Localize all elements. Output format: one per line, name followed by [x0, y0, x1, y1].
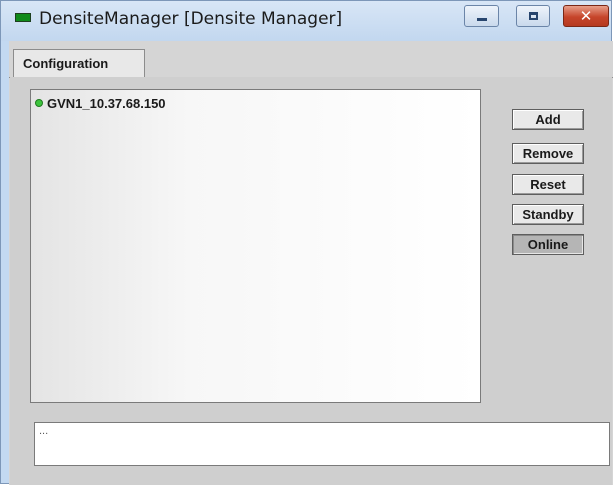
minimize-button[interactable]	[464, 5, 499, 27]
maximize-icon	[528, 12, 538, 20]
add-button[interactable]: Add	[512, 109, 584, 130]
online-button[interactable]: Online	[512, 234, 584, 255]
remove-button[interactable]: Remove	[512, 143, 584, 164]
app-window: DensiteManager [Densite Manager] ✕ Confi…	[0, 0, 613, 485]
message-box[interactable]: ...	[34, 422, 610, 466]
close-icon: ✕	[579, 6, 593, 25]
app-status-icon	[15, 13, 31, 22]
online-status-icon	[35, 99, 43, 107]
tab-configuration[interactable]: Configuration	[13, 49, 145, 77]
device-list[interactable]: GVN1_10.37.68.150	[30, 89, 481, 403]
window-title: DensiteManager [Densite Manager]	[39, 9, 343, 29]
device-name: GVN1_10.37.68.150	[47, 95, 166, 111]
list-item[interactable]: GVN1_10.37.68.150	[35, 95, 166, 111]
close-button[interactable]: ✕	[563, 5, 609, 27]
reset-button[interactable]: Reset	[512, 174, 584, 195]
minimize-icon	[476, 17, 487, 21]
maximize-button[interactable]	[516, 5, 550, 27]
standby-button[interactable]: Standby	[512, 204, 584, 225]
client-area: Configuration GVN1_10.37.68.150 Add Remo…	[9, 41, 613, 485]
title-bar[interactable]: DensiteManager [Densite Manager] ✕	[1, 1, 611, 41]
configuration-panel: GVN1_10.37.68.150 Add Remove Reset Stand…	[10, 77, 612, 485]
